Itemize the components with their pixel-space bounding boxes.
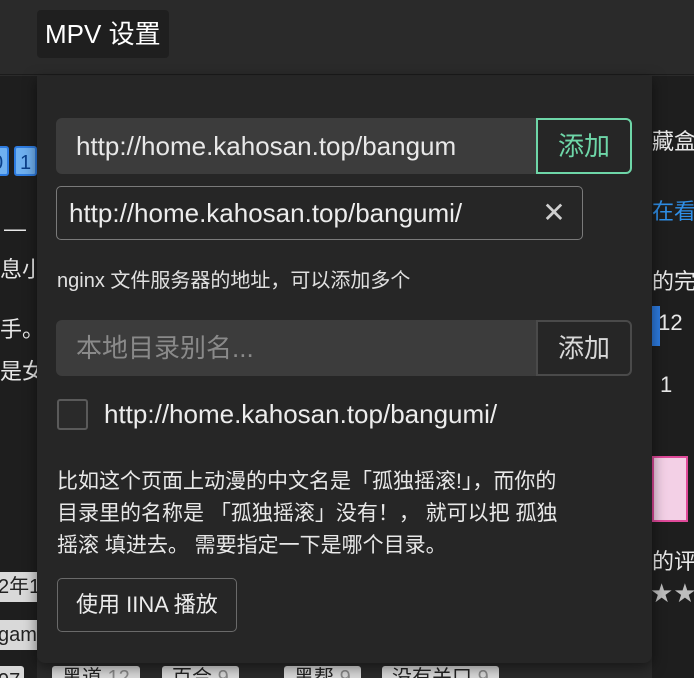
directory-option-label: http://home.kahosan.top/bangumi/: [104, 398, 498, 429]
server-input-row: http://home.kahosan.top/bangum 添加: [56, 118, 632, 174]
directory-option[interactable]: http://home.kahosan.top/bangumi/: [57, 398, 497, 430]
server-hint: nginx 文件服务器的地址，可以添加多个: [57, 270, 411, 292]
background-tag[interactable]: 黑帮 9: [284, 666, 361, 678]
background-text: 的完: [652, 269, 694, 294]
mpv-settings-popup: http://home.kahosan.top/bangum 添加 http:/…: [37, 76, 652, 663]
background-date-chip: 2年1: [0, 572, 37, 602]
background-text: —: [4, 216, 26, 241]
server-url-input[interactable]: http://home.kahosan.top/bangum: [56, 118, 536, 174]
alias-input[interactable]: 本地目录别名...: [56, 320, 536, 376]
top-bar: MPV 设置: [0, 0, 694, 75]
add-server-button[interactable]: 添加: [536, 118, 632, 174]
background-left-content: 0 1 — 息小 手。 是女 2年1 gam 97: [0, 76, 37, 678]
background-progress-bar: [652, 306, 660, 346]
background-episode-chip[interactable]: 0: [0, 146, 10, 176]
background-text: 的评价: [652, 549, 694, 574]
add-alias-button[interactable]: 添加: [536, 320, 632, 376]
background-thumbnail[interactable]: [652, 456, 688, 522]
star-rating-icon: ★★: [652, 578, 694, 608]
description-line: 目录里的名称是 「孤独摇滚」没有！， 就可以把 孤独: [57, 502, 558, 525]
background-tag[interactable]: 百合 9: [162, 666, 239, 678]
background-text: 藏盒: [652, 129, 694, 154]
background-text: 1: [660, 372, 673, 397]
background-right-content: 藏盒 在看 的完 /12 1 的评价 ★★: [652, 76, 694, 678]
background-text: 是女: [0, 359, 37, 384]
description-line: 摇滚 填进去。 需要指定一下是哪个目录。: [57, 534, 447, 557]
server-entry-url: http://home.kahosan.top/bangumi/: [69, 197, 463, 228]
background-text: 手。: [0, 317, 37, 342]
description-line: 比如这个页面上动漫的中文名是「孤独摇滚!」，而你的: [57, 470, 557, 493]
close-icon[interactable]: ✕: [540, 197, 568, 229]
play-with-iina-button[interactable]: 使用 IINA 播放: [57, 578, 237, 632]
alias-description: 比如这个页面上动漫的中文名是「孤独摇滚!」，而你的 目录里的名称是 「孤独摇滚」…: [57, 466, 637, 562]
mpv-settings-button[interactable]: MPV 设置: [37, 10, 169, 58]
background-episode-chip[interactable]: 1: [14, 146, 37, 176]
background-tag-chip[interactable]: gam: [0, 620, 37, 650]
background-tag-row: 黑道 12 百合 9 黑帮 9 没有关口 9: [0, 662, 694, 678]
background-link[interactable]: 在看: [652, 194, 694, 226]
background-tag[interactable]: 没有关口 9: [382, 666, 499, 678]
server-entry: http://home.kahosan.top/bangumi/ ✕: [56, 186, 583, 240]
checkbox-icon[interactable]: [57, 398, 88, 430]
alias-input-row: 本地目录别名... 添加: [56, 320, 632, 376]
background-tag[interactable]: 黑道 12: [52, 666, 140, 678]
background-text: 息小: [0, 257, 37, 282]
